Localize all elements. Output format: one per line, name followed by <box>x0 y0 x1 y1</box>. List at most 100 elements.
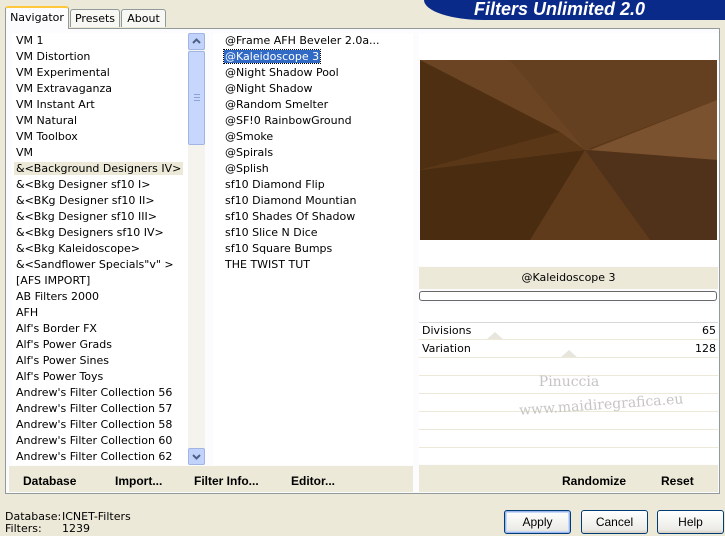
category-item[interactable]: VM Experimental <box>12 65 188 81</box>
category-item[interactable]: VM Distortion <box>12 49 188 65</box>
preset-toolbar: Randomize Reset <box>419 466 718 492</box>
tab-presets[interactable]: Presets <box>70 9 120 27</box>
category-item-label: &<BKg Designer sf10 II> <box>16 194 155 207</box>
category-item[interactable]: &<Bkg Designer sf10 III> <box>12 209 188 225</box>
filter-item-label: @Night Shadow Pool <box>225 66 339 79</box>
apply-button[interactable]: Apply <box>504 510 571 534</box>
filter-item-label: sf10 Slice N Dice <box>225 226 318 239</box>
category-item[interactable]: Andrew's Filter Collection 62 <box>12 449 188 465</box>
filter-item[interactable]: @Splish <box>213 161 413 177</box>
category-item-label: VM <box>16 146 34 159</box>
category-item[interactable]: &<Background Designers IV> <box>12 161 188 177</box>
filter-item-label: sf10 Diamond Mountian <box>225 194 357 207</box>
category-item-label: &<Bkg Designers sf10 IV> <box>16 226 164 239</box>
category-item[interactable]: VM Toolbox <box>12 129 188 145</box>
category-scrollbar[interactable] <box>188 33 205 465</box>
category-item-label: Alf's Power Toys <box>16 370 104 383</box>
filter-item[interactable]: sf10 Slice N Dice <box>213 225 413 241</box>
filter-item[interactable]: sf10 Diamond Flip <box>213 177 413 193</box>
category-item[interactable]: Andrew's Filter Collection 56 <box>12 385 188 401</box>
filter-item-label: sf10 Square Bumps <box>225 242 333 255</box>
category-item-label: Andrew's Filter Collection 57 <box>16 402 173 415</box>
category-item[interactable]: Alf's Power Grads <box>12 337 188 353</box>
category-item[interactable]: VM 1 <box>12 33 188 49</box>
category-item-label: VM Instant Art <box>16 98 95 111</box>
filter-item[interactable]: THE TWIST TUT <box>213 257 413 273</box>
category-item[interactable]: [AFS IMPORT] <box>12 273 188 289</box>
param-row-divisions[interactable]: Divisions 65 <box>419 322 718 340</box>
scroll-up-button[interactable] <box>188 33 205 50</box>
filter-name-strip: @Kaleidoscope 3 <box>419 267 718 289</box>
progress-bar <box>419 291 717 301</box>
category-item[interactable]: Andrew's Filter Collection 57 <box>12 401 188 417</box>
editor-button[interactable]: Editor... <box>291 474 335 488</box>
category-item-label: AB Filters 2000 <box>16 290 100 303</box>
category-item-label: Alf's Border FX <box>16 322 97 335</box>
category-item[interactable]: VM Extravaganza <box>12 81 188 97</box>
filter-list[interactable]: @Frame AFH Beveler 2.0a... @Kaleidoscope … <box>213 33 413 465</box>
filter-item[interactable]: @Kaleidoscope 3 <box>213 49 413 65</box>
category-item[interactable]: &<Bkg Kaleidoscope> <box>12 241 188 257</box>
category-item[interactable]: VM Instant Art <box>12 97 188 113</box>
scroll-down-button[interactable] <box>188 448 205 465</box>
category-item[interactable]: Alf's Border FX <box>12 321 188 337</box>
filter-item[interactable]: sf10 Diamond Mountian <box>213 193 413 209</box>
tab-about[interactable]: About <box>121 9 166 27</box>
filter-item[interactable]: @Smoke <box>213 129 413 145</box>
cancel-button[interactable]: Cancel <box>581 510 648 534</box>
filter-item-label: @Night Shadow <box>225 82 313 95</box>
category-list[interactable]: VM 1 VM Distortion VM Experimental VM Extra… <box>12 33 188 465</box>
filter-item-label: @Random Smelter <box>225 98 329 111</box>
database-button[interactable]: Database <box>23 474 76 488</box>
category-item-label: Andrew's Filter Collection 60 <box>16 434 173 447</box>
scroll-thumb[interactable] <box>188 51 205 145</box>
param-row-variation[interactable]: Variation 128 <box>419 340 718 358</box>
banner-title: Filters Unlimited 2.0 <box>474 0 646 19</box>
filter-item[interactable]: @SF!0 RainbowGround <box>213 113 413 129</box>
filter-item[interactable]: sf10 Square Bumps <box>213 241 413 257</box>
randomize-button[interactable]: Randomize <box>562 474 626 488</box>
category-item[interactable]: &<BKg Designer sf10 II> <box>12 193 188 209</box>
divisions-label: Divisions <box>422 324 472 337</box>
filter-item-label: @Smoke <box>225 130 274 143</box>
help-button[interactable]: Help <box>657 510 724 534</box>
filter-item[interactable]: @Night Shadow <box>213 81 413 97</box>
watermark-name: Pinuccia <box>538 374 600 390</box>
category-item[interactable]: &<Sandflower Specials"v" > <box>12 257 188 273</box>
param-row-empty <box>419 448 718 466</box>
filter-item[interactable]: @Spirals <box>213 145 413 161</box>
category-item[interactable]: Andrew's Filter Collection 60 <box>12 433 188 449</box>
category-item-label: VM Experimental <box>16 66 110 79</box>
category-item[interactable]: &<Bkg Designer sf10 I> <box>12 177 188 193</box>
filter-item[interactable]: @Random Smelter <box>213 97 413 113</box>
filter-item-label: @Splish <box>225 162 269 175</box>
current-filter-name: @Kaleidoscope 3 <box>521 271 616 284</box>
import-button[interactable]: Import... <box>115 474 162 488</box>
chevron-down-icon <box>192 454 201 460</box>
filter-info-button[interactable]: Filter Info... <box>194 474 259 488</box>
filter-item-label: @Kaleidoscope 3 <box>222 49 322 64</box>
tab-navigator[interactable]: Navigator <box>5 6 69 29</box>
category-item[interactable]: Alf's Power Sines <box>12 353 188 369</box>
category-item[interactable]: AFH <box>12 305 188 321</box>
category-item-label: &<Bkg Kaleidoscope> <box>16 242 141 255</box>
filter-item[interactable]: @Night Shadow Pool <box>213 65 413 81</box>
category-item[interactable]: &<Bkg Designers sf10 IV> <box>12 225 188 241</box>
category-item-label: VM Extravaganza <box>16 82 113 95</box>
filter-preview-image <box>420 60 717 240</box>
filter-item-label: sf10 Shades Of Shadow <box>225 210 356 223</box>
category-item[interactable]: Andrew's Filter Collection 58 <box>12 417 188 433</box>
category-item-label: Alf's Power Sines <box>16 354 109 367</box>
chevron-up-icon <box>192 38 201 44</box>
variation-label: Variation <box>422 342 471 355</box>
category-item-label: &<Sandflower Specials"v" > <box>16 258 174 271</box>
filter-item[interactable]: sf10 Shades Of Shadow <box>213 209 413 225</box>
category-item[interactable]: VM <box>12 145 188 161</box>
category-item[interactable]: VM Natural <box>12 113 188 129</box>
category-item-label: [AFS IMPORT] <box>16 274 91 287</box>
category-item[interactable]: Alf's Power Toys <box>12 369 188 385</box>
parameter-panel: Divisions 65 Variation 128 Pinuccia www.… <box>419 304 718 466</box>
filter-item[interactable]: @Frame AFH Beveler 2.0a... <box>213 33 413 49</box>
reset-button[interactable]: Reset <box>661 474 694 488</box>
category-item[interactable]: AB Filters 2000 <box>12 289 188 305</box>
